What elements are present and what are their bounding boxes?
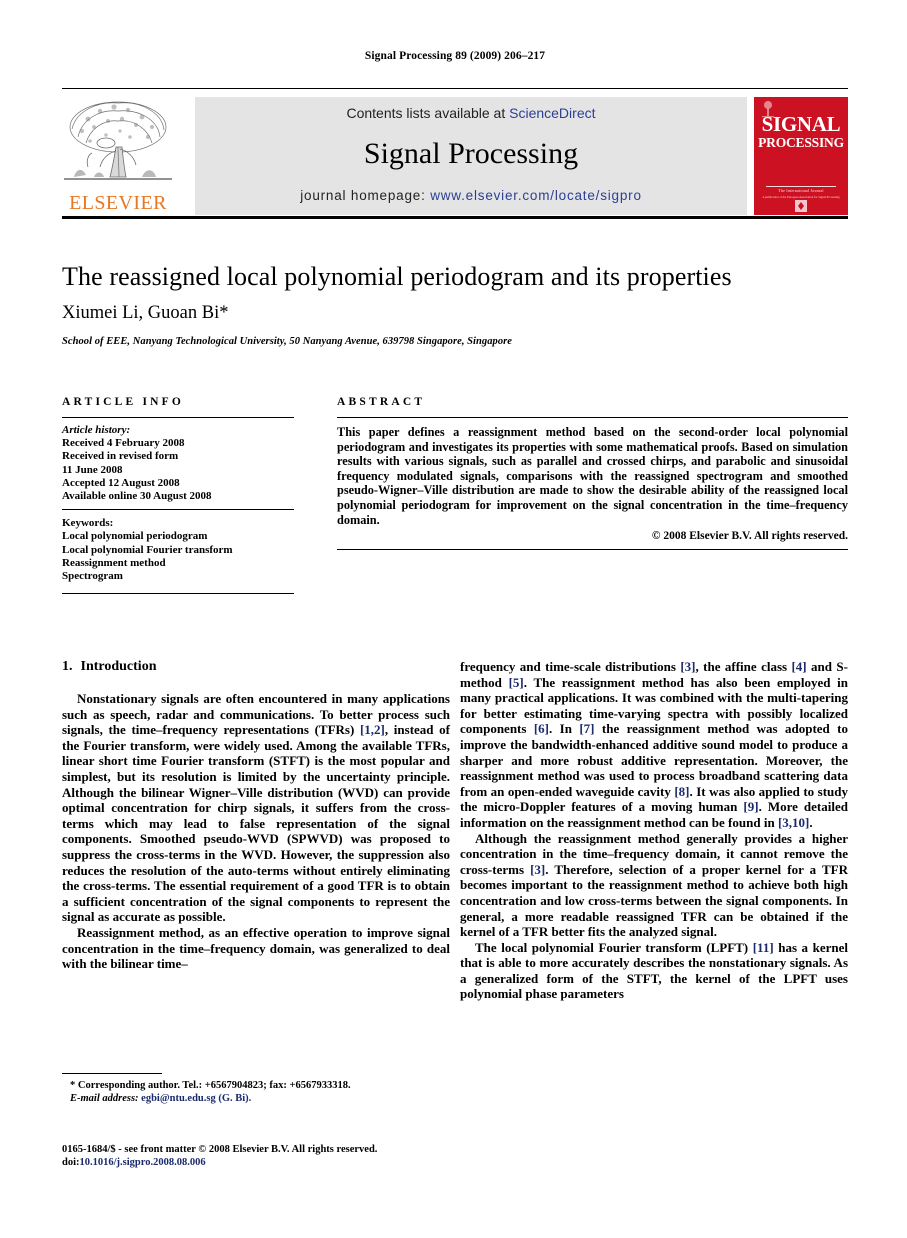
text-run: The local polynomial Fourier transform (… xyxy=(475,939,753,955)
citation-link[interactable]: [8] xyxy=(674,784,689,799)
journal-homepage-link[interactable]: www.elsevier.com/locate/sigpro xyxy=(430,188,642,203)
citation-link[interactable]: [7] xyxy=(579,721,594,736)
elsevier-wordmark: ELSEVIER xyxy=(69,192,167,214)
keyword-item: Local polynomial Fourier transform xyxy=(62,543,233,556)
abstract-text: This paper defines a reassignment method… xyxy=(337,425,848,527)
journal-cover-thumbnail: SIGNAL PROCESSING The International Jour… xyxy=(754,97,848,215)
keyword-item: Spectrogram xyxy=(62,570,123,583)
paragraph: The local polynomial Fourier transform (… xyxy=(460,940,848,1002)
citation-link[interactable]: [5] xyxy=(509,675,524,690)
citation-link[interactable]: [4] xyxy=(791,659,806,674)
journal-masthead: ELSEVIER Contents lists available at Sci… xyxy=(62,88,848,220)
contents-prefix: Contents lists available at xyxy=(346,105,510,121)
body-column-left: 1. Introduction Nonstationary signals are… xyxy=(62,659,450,972)
footnote-block: * Corresponding author. Tel.: +656790482… xyxy=(62,1073,450,1105)
citation-link[interactable]: [11] xyxy=(753,940,774,955)
text-run: . xyxy=(809,814,813,830)
history-item: Accepted 12 August 2008 xyxy=(62,476,180,489)
text-run: , instead of the Fourier transform, were… xyxy=(62,722,450,925)
author-list: Xiumei Li, Guoan Bi* xyxy=(62,303,229,323)
homepage-prefix: journal homepage: xyxy=(300,188,431,203)
paragraph: Nonstationary signals are often encounte… xyxy=(62,691,450,925)
text-run: . In xyxy=(549,721,580,737)
text-run: frequency and time-scale distributions xyxy=(460,659,681,674)
paper-page: Signal Processing 89 (2009) 206–217 ELSE… xyxy=(0,0,907,1238)
masthead-top-rule xyxy=(62,88,848,89)
sciencedirect-link[interactable]: ScienceDirect xyxy=(509,105,595,121)
masthead-bottom-rule xyxy=(62,216,848,219)
journal-homepage-line: journal homepage: www.elsevier.com/locat… xyxy=(195,188,747,203)
history-item: Received in revised form xyxy=(62,450,179,463)
text-run: Corresponding author. Tel.: +6567904823;… xyxy=(75,1080,351,1091)
article-info-block: ARTICLE INFO Article history: Received 4… xyxy=(62,396,294,595)
cover-divider xyxy=(766,186,836,187)
cover-title-line2: PROCESSING xyxy=(758,135,844,150)
abstract-copyright: © 2008 Elsevier B.V. All rights reserved… xyxy=(651,530,848,543)
citation-link[interactable]: [9] xyxy=(743,799,758,814)
email-link[interactable]: egbi@ntu.edu.sg (G. Bi). xyxy=(141,1093,251,1104)
abstract-block: ABSTRACT This paper defines a reassignme… xyxy=(337,396,848,551)
email-label: E-mail address: xyxy=(70,1093,139,1104)
contents-band: Contents lists available at ScienceDirec… xyxy=(195,97,747,215)
affiliation: School of EEE, Nanyang Technological Uni… xyxy=(62,336,512,347)
doi-link[interactable]: 10.1016/j.sigpro.2008.08.006 xyxy=(80,1157,206,1168)
keyword-item: Reassignment method xyxy=(62,556,166,569)
section-title: Introduction xyxy=(80,659,157,674)
abstract-heading: ABSTRACT xyxy=(337,396,426,408)
corresponding-author-note: * Corresponding author. Tel.: +656790482… xyxy=(62,1079,450,1092)
paragraph: frequency and time-scale distributions [… xyxy=(460,659,848,831)
citation-link[interactable]: [3] xyxy=(680,659,695,674)
journal-name: Signal Processing xyxy=(363,137,579,170)
running-head: Signal Processing 89 (2009) 206–217 xyxy=(364,50,546,62)
footnote-rule xyxy=(62,1073,162,1074)
doi-line: doi:10.1016/j.sigpro.2008.08.006 xyxy=(62,1156,462,1169)
history-item: Received 4 February 2008 xyxy=(62,437,185,450)
abstract-rule-bottom xyxy=(337,549,848,551)
email-note: E-mail address: egbi@ntu.edu.sg (G. Bi). xyxy=(62,1092,450,1105)
keywords-label: Keywords: xyxy=(62,517,114,530)
article-history-label: Article history: xyxy=(62,424,131,436)
issn-doi-block: 0165-1684/$ - see front matter © 2008 El… xyxy=(62,1143,462,1169)
cover-subtitle-secondary: A publication of the European Associatio… xyxy=(762,195,840,199)
paragraph: Reassignment method, as an effective ope… xyxy=(62,924,450,972)
article-info-rule-bottom xyxy=(62,593,294,595)
elsevier-tree-icon xyxy=(64,101,172,180)
cover-title-line1: SIGNAL xyxy=(761,112,841,136)
elsevier-logo: ELSEVIER xyxy=(62,97,174,215)
text-run: , the affine class xyxy=(695,659,792,674)
keywords-block: Keywords: Local polynomial periodogram L… xyxy=(62,510,294,583)
article-info-heading: ARTICLE INFO xyxy=(62,396,185,408)
cover-eurasip-logo-icon xyxy=(795,200,807,212)
section-heading-introduction: 1. Introduction xyxy=(62,659,450,675)
doi-prefix: doi: xyxy=(62,1157,80,1168)
citation-link[interactable]: [6] xyxy=(534,721,549,736)
citation-link[interactable]: [3] xyxy=(530,862,545,877)
citation-link[interactable]: [3,10] xyxy=(778,815,809,830)
contents-available-line: Contents lists available at ScienceDirec… xyxy=(195,105,747,121)
keyword-item: Local polynomial periodogram xyxy=(62,530,208,543)
body-column-right: frequency and time-scale distributions [… xyxy=(460,659,848,1002)
history-item: Available online 30 August 2008 xyxy=(62,490,212,503)
section-number: 1. xyxy=(62,659,73,674)
citation-link[interactable]: [1,2] xyxy=(360,722,385,737)
issn-line: 0165-1684/$ - see front matter © 2008 El… xyxy=(62,1144,378,1155)
paragraph: Although the reassignment method general… xyxy=(460,831,848,940)
cover-subtitle: The International Journal xyxy=(778,188,824,193)
history-item: 11 June 2008 xyxy=(62,463,123,476)
page-title: The reassigned local polynomial periodog… xyxy=(62,262,732,291)
article-history: Article history: Received 4 February 200… xyxy=(62,418,294,503)
